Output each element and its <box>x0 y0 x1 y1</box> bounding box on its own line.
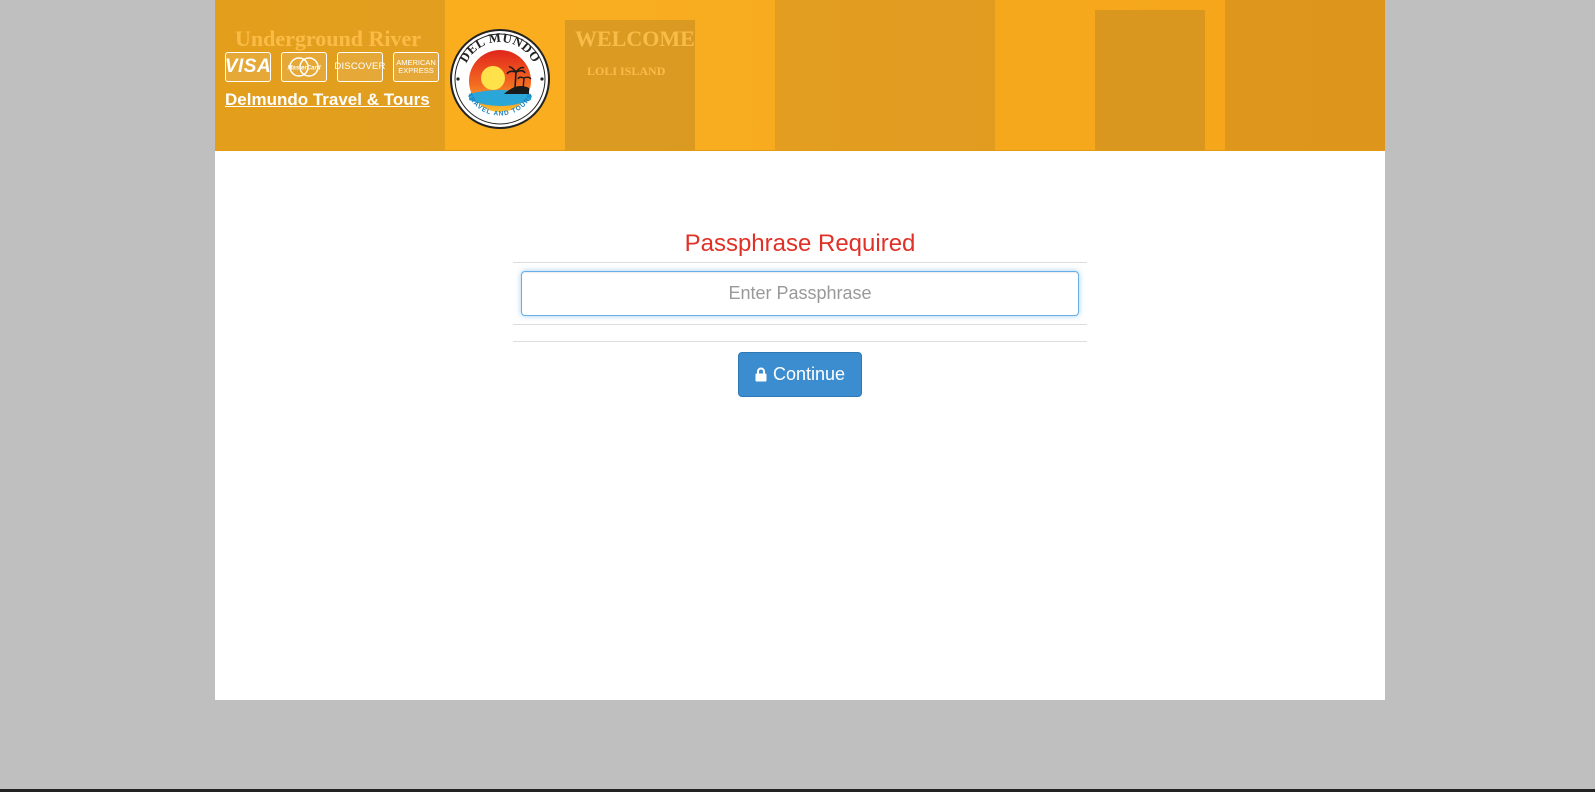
brand-home-link[interactable]: Delmundo Travel & Tours <box>225 90 430 110</box>
button-row: Continue <box>513 342 1087 397</box>
amex-card-icon: AMERICAN EXPRESS <box>393 52 439 82</box>
passphrase-form: Passphrase Required Continue <box>513 228 1087 397</box>
form-heading: Passphrase Required <box>684 230 916 257</box>
header-banner: Underground River WELCOME LOLI ISLAND VI… <box>215 0 1385 151</box>
banner-sign-text-2: WELCOME <box>575 26 695 51</box>
del-mundo-logo[interactable]: DEL MUNDO TRAVEL AND TOURS <box>449 28 551 130</box>
banner-sign-text-3: LOLI ISLAND <box>587 64 666 78</box>
discover-card-icon: DISCOVER <box>334 52 385 82</box>
banner-sign-text-1: Underground River <box>235 26 421 51</box>
continue-label: Continue <box>772 364 846 384</box>
passphrase-input[interactable] <box>521 271 1079 316</box>
lock-icon <box>755 367 767 382</box>
mastercard-card-icon: MasterCard <box>281 52 327 82</box>
input-group <box>513 263 1087 324</box>
mastercard-label: MasterCard <box>287 66 320 72</box>
visa-card-icon: VISA <box>225 52 271 82</box>
continue-button[interactable]: Continue <box>737 352 863 397</box>
page-container: Underground River WELCOME LOLI ISLAND VI… <box>215 0 1385 700</box>
payment-cards: VISA MasterCard DISCOVER AMERICAN EXPRES… <box>225 52 439 82</box>
